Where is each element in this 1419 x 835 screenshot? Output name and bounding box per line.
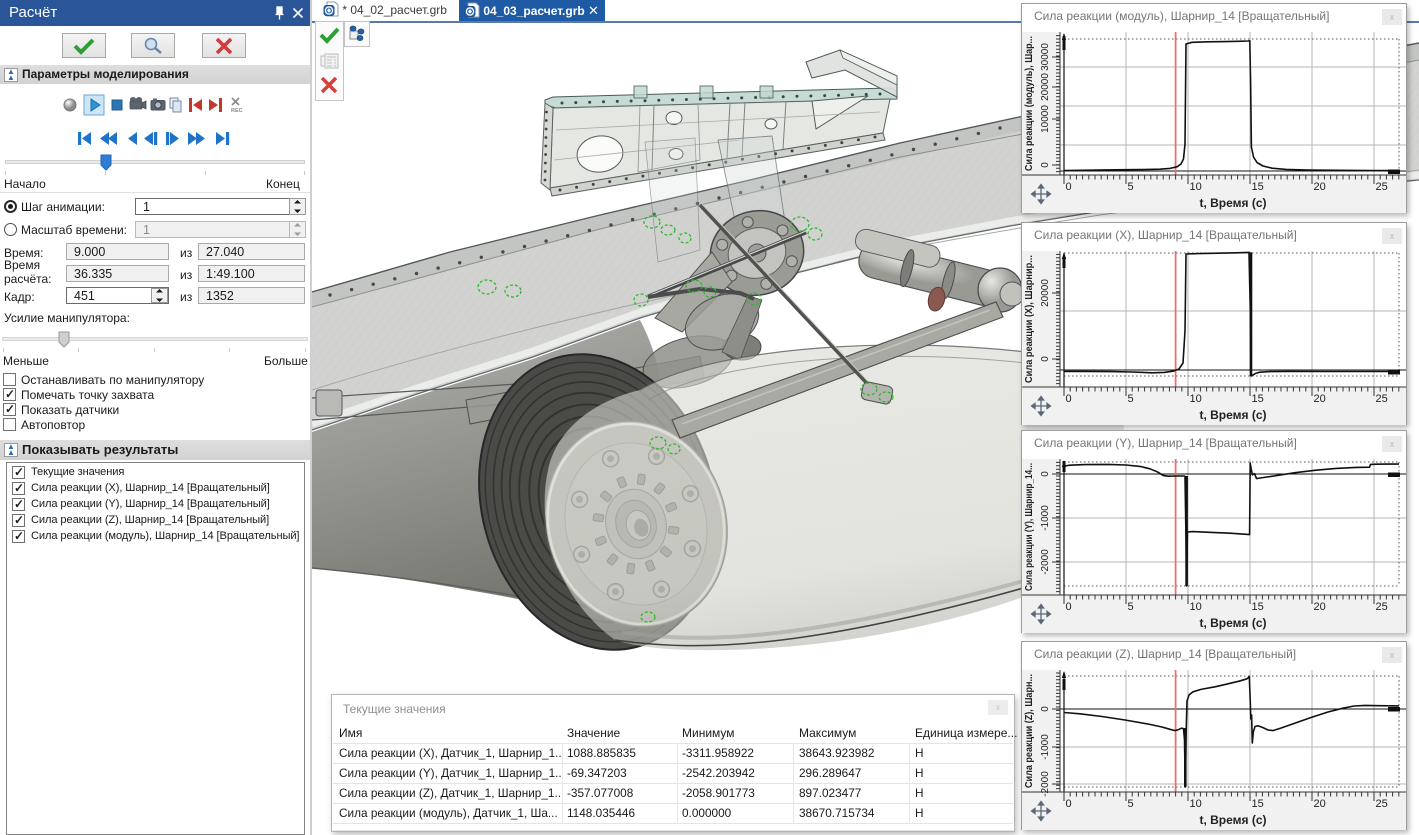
svg-text:Сила реакции (Z), Шарн...: Сила реакции (Z), Шарн... [1023,674,1035,788]
svg-text:-2000: -2000 [1040,771,1051,797]
svg-text:15: 15 [1252,393,1264,405]
svg-text:-1000: -1000 [1040,734,1051,760]
svg-text:5: 5 [1128,798,1134,810]
svg-text:t, Время (с): t, Время (с) [1199,408,1266,422]
svg-text:Сила реакции (Y), Шарнир_14...: Сила реакции (Y), Шарнир_14... [1023,463,1035,591]
svg-text:t, Время (с): t, Время (с) [1199,616,1266,630]
svg-text:25: 25 [1376,601,1388,613]
svg-text:-2000: -2000 [1040,549,1051,575]
svg-text:15: 15 [1252,181,1264,193]
svg-text:0: 0 [1066,181,1072,193]
svg-text:25: 25 [1376,798,1388,810]
svg-text:Сила реакции (X), Шарнир...: Сила реакции (X), Шарнир... [1023,255,1035,383]
svg-text:0: 0 [1066,601,1072,613]
svg-text:t, Время (с): t, Время (с) [1199,813,1266,827]
svg-text:10: 10 [1190,798,1202,810]
svg-text:0: 0 [1066,798,1072,810]
svg-text:0: 0 [1040,706,1051,712]
svg-text:5: 5 [1128,181,1134,193]
svg-text:20: 20 [1314,181,1326,193]
svg-text:REC: REC [231,108,243,114]
svg-text:Сила реакции (модуль), Шар...: Сила реакции (модуль), Шар... [1023,36,1035,171]
svg-text:25: 25 [1376,181,1388,193]
svg-text:20: 20 [1314,393,1326,405]
svg-text:10000: 10000 [1040,105,1051,133]
svg-text:0: 0 [1040,162,1051,168]
svg-text:25: 25 [1376,393,1388,405]
svg-text:20: 20 [1314,601,1326,613]
svg-text:10: 10 [1190,393,1202,405]
svg-text:30000: 30000 [1040,43,1051,71]
svg-text:10: 10 [1190,601,1202,613]
svg-text:15: 15 [1252,798,1264,810]
svg-text:0: 0 [1040,356,1051,362]
svg-text:0: 0 [1066,393,1072,405]
svg-text:10: 10 [1190,181,1202,193]
svg-text:5: 5 [1128,393,1134,405]
svg-text:-1000: -1000 [1040,505,1051,531]
svg-text:0: 0 [1040,471,1051,477]
svg-text:t, Время (с): t, Время (с) [1199,196,1266,210]
svg-text:5: 5 [1128,601,1134,613]
svg-text:20: 20 [1314,798,1326,810]
svg-text:20000: 20000 [1040,279,1051,307]
svg-text:20000: 20000 [1040,73,1051,101]
svg-text:15: 15 [1252,601,1264,613]
